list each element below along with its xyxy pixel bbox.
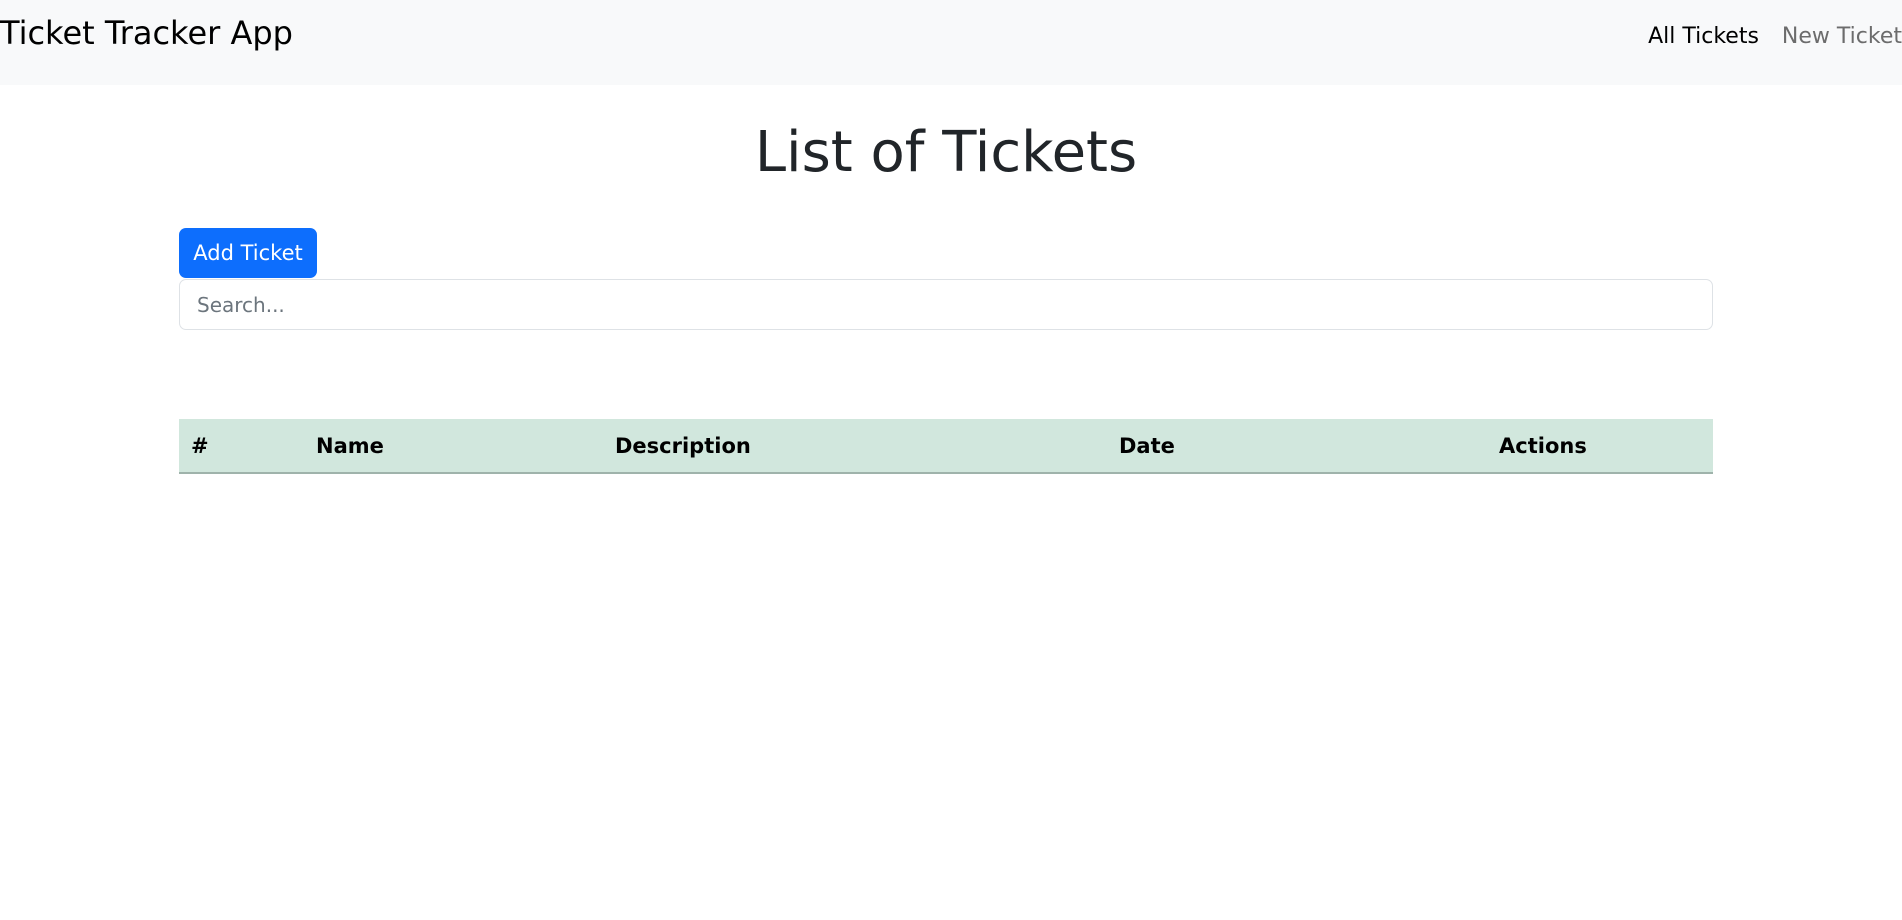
column-header-name: Name [304, 419, 603, 474]
nav-link-all-tickets[interactable]: All Tickets [1648, 22, 1759, 52]
app-brand[interactable]: Ticket Tracker App [0, 12, 293, 54]
nav-link-new-ticket[interactable]: New Ticket [1782, 22, 1902, 52]
column-header-number: # [179, 419, 304, 474]
nav-links: All Tickets New Ticket [1625, 22, 1902, 52]
column-header-date: Date [1107, 419, 1487, 474]
page-title: List of Tickets [754, 120, 1138, 185]
navbar: Ticket Tracker App All Tickets New Ticke… [0, 0, 1902, 85]
add-ticket-button[interactable]: Add Ticket [179, 228, 317, 278]
column-header-description: Description [603, 419, 1107, 474]
search-input[interactable] [179, 279, 1713, 330]
table-header: # Name Description Date Actions [179, 419, 1713, 474]
table-header-row: # Name Description Date Actions [179, 419, 1713, 474]
tickets-table: # Name Description Date Actions [179, 419, 1713, 474]
column-header-actions: Actions [1487, 419, 1713, 474]
